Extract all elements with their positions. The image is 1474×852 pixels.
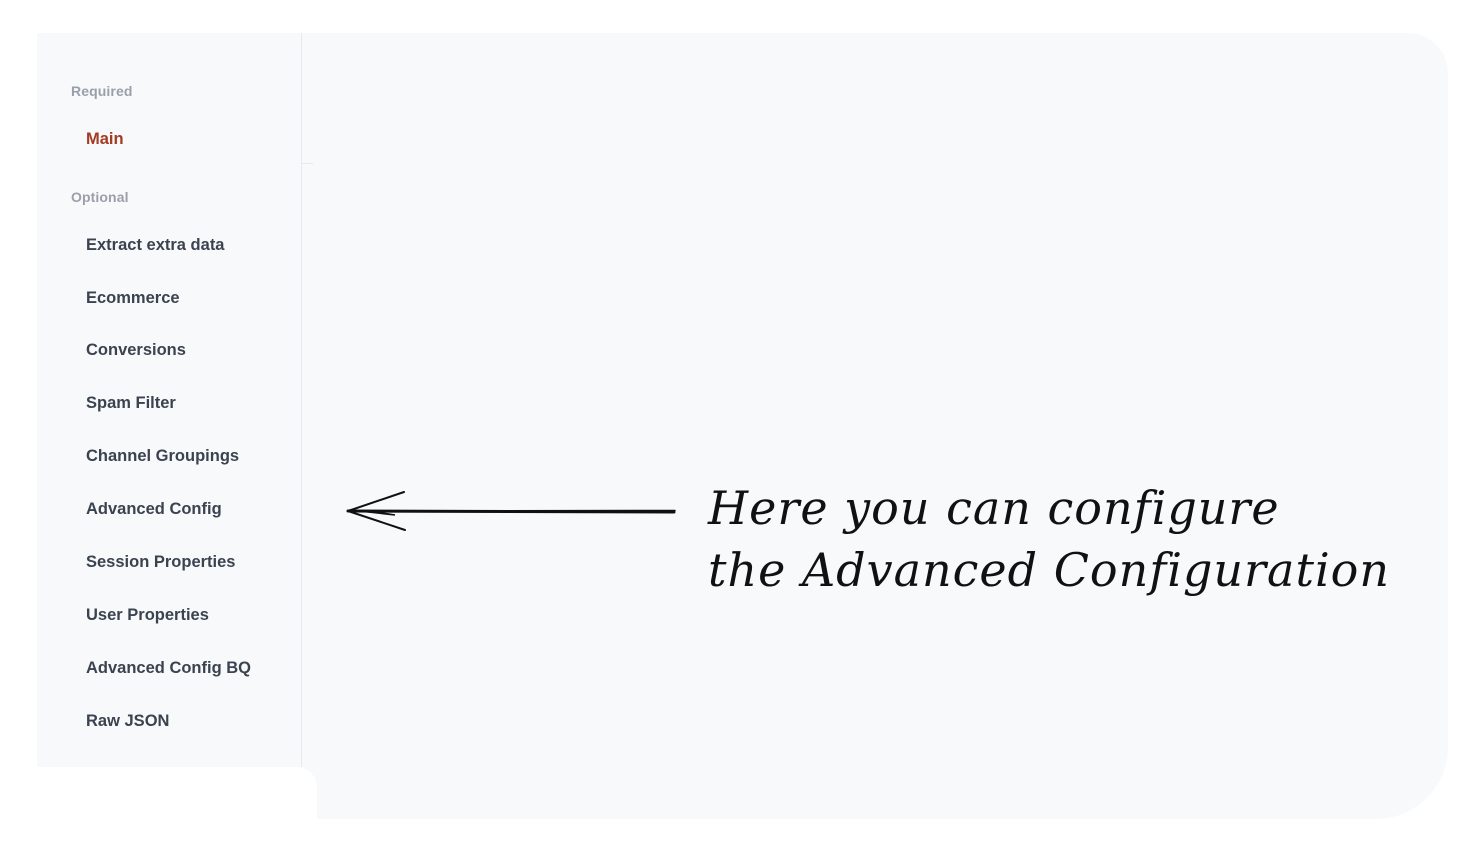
- sidebar-item-raw-json[interactable]: Raw JSON: [86, 712, 169, 731]
- sidebar-item-user-properties[interactable]: User Properties: [86, 606, 209, 625]
- sidebar-item-conversions[interactable]: Conversions: [86, 341, 186, 360]
- sidebar-item-spam-filter[interactable]: Spam Filter: [86, 394, 176, 413]
- sidebar-item-advanced-config[interactable]: Advanced Config: [86, 500, 222, 519]
- section-label-required: Required: [71, 83, 133, 99]
- sidebar-item-session-properties[interactable]: Session Properties: [86, 553, 235, 572]
- sidebar-item-channel-groupings[interactable]: Channel Groupings: [86, 447, 239, 466]
- sidebar-item-main[interactable]: Main: [86, 130, 124, 149]
- annotation-arrow-icon: [346, 491, 676, 531]
- annotation-line-2: the Advanced Configuration: [708, 543, 1390, 597]
- sidebar-divider-notch: [301, 163, 313, 164]
- sidebar-item-ecommerce[interactable]: Ecommerce: [86, 289, 180, 308]
- sidebar-item-extract-extra-data[interactable]: Extract extra data: [86, 236, 225, 255]
- annotation-line-1: Here you can configure: [708, 481, 1280, 535]
- sidebar-item-advanced-config-bq[interactable]: Advanced Config BQ: [86, 659, 251, 678]
- panel-cutout: [37, 767, 317, 827]
- section-label-optional: Optional: [71, 189, 129, 205]
- settings-sidebar: Required Main Optional Extract extra dat…: [37, 33, 302, 767]
- annotation-note: Here you can configure the Advanced Conf…: [708, 477, 1390, 601]
